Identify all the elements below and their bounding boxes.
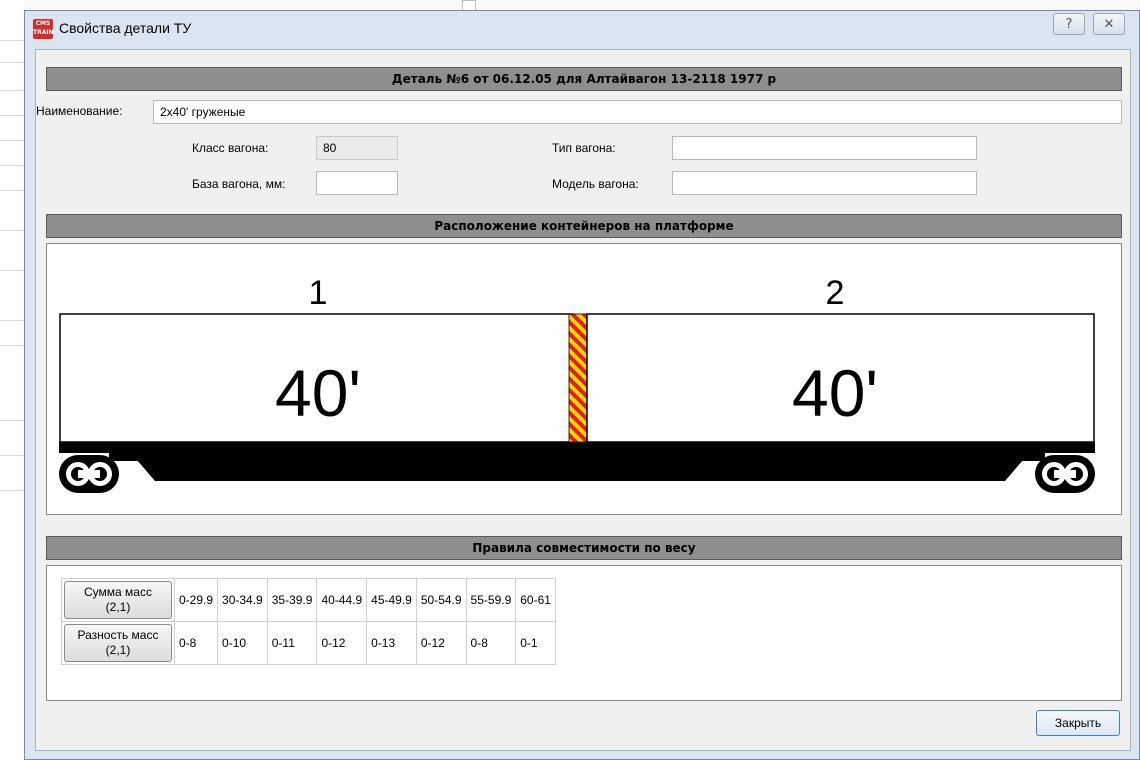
table-cell[interactable]: 0-8 (173, 621, 219, 665)
wagon-class-field[interactable]: 80 (316, 136, 398, 160)
cmstrain-app-icon: CMS TRAIN (33, 19, 54, 39)
table-cell[interactable]: 0-10 (217, 621, 268, 665)
help-icon: ? (1065, 17, 1073, 32)
left-coupler-icon (59, 455, 119, 493)
table-cell[interactable]: 0-29.9 (173, 578, 219, 622)
container-number-2: 2 (826, 274, 845, 312)
right-coupler-icon (1035, 455, 1095, 493)
background-sidebar (0, 0, 25, 760)
wagon-class-label: Класс вагона: (192, 141, 269, 155)
layout-section-bar: Расположение контейнеров на платформе (46, 214, 1122, 238)
wagon-model-label: Модель вагона: (552, 177, 639, 191)
table-cell[interactable]: 0-8 (465, 621, 517, 665)
platform-frame (59, 442, 1095, 481)
name-label: Наименование: (36, 104, 123, 118)
close-window-button[interactable]: ✕ (1093, 13, 1125, 35)
dialog-body: Деталь №6 от 06.12.05 для Алтайвагон 13-… (35, 49, 1131, 751)
table-cell[interactable]: 0-11 (266, 621, 318, 665)
table-cell[interactable]: 0-1 (515, 621, 556, 665)
wagon-base-field[interactable] (316, 171, 398, 195)
wagon-base-label: База вагона, мм: (192, 177, 286, 191)
platform-svg: 1 40' 2 40' (59, 274, 1095, 493)
help-button[interactable]: ? (1053, 13, 1085, 35)
wagon-model-field[interactable] (672, 171, 977, 195)
table-cell[interactable]: 30-34.9 (217, 578, 268, 622)
mass-diff-button[interactable]: Разность масс (2,1) (64, 624, 172, 662)
platform-diagram: 1 40' 2 40' (46, 243, 1122, 515)
weight-rules-panel: Сумма масс (2,1) 0-29.9 30-34.9 35-39.9 … (46, 565, 1122, 701)
wagon-type-field[interactable] (672, 136, 977, 160)
container-separator (568, 313, 588, 443)
rules-section-bar: Правила совместимости по весу (46, 536, 1122, 560)
table-cell[interactable]: 50-54.9 (415, 578, 467, 622)
table-cell[interactable]: 60-61 (515, 578, 556, 622)
window-title: Свойства детали ТУ (59, 20, 192, 36)
close-button[interactable]: Закрыть (1036, 710, 1120, 736)
wagon-type-label: Тип вагона: (552, 141, 616, 155)
container-size-2: 40' (792, 356, 878, 430)
table-cell[interactable]: 0-12 (316, 621, 368, 665)
container-size-1: 40' (275, 356, 361, 430)
table-cell[interactable]: 40-44.9 (316, 578, 368, 622)
table-cell[interactable]: 45-49.9 (366, 578, 417, 622)
name-field[interactable]: 2x40' груженые (153, 100, 1122, 124)
table-row: Сумма масс (2,1) 0-29.9 30-34.9 35-39.9 … (61, 578, 556, 622)
part-header-bar: Деталь №6 от 06.12.05 для Алтайвагон 13-… (46, 67, 1122, 91)
part-properties-dialog: CMS TRAIN Свойства детали ТУ ? ✕ Деталь … (24, 10, 1140, 760)
table-cell[interactable]: 0-12 (415, 621, 467, 665)
table-cell[interactable]: 55-59.9 (465, 578, 517, 622)
mass-sum-button[interactable]: Сумма масс (2,1) (64, 581, 172, 619)
close-icon: ✕ (1103, 17, 1115, 32)
table-cell[interactable]: 0-13 (366, 621, 417, 665)
weight-rules-table: Сумма масс (2,1) 0-29.9 30-34.9 35-39.9 … (61, 578, 556, 665)
table-row: Разность масс (2,1) 0-8 0-10 0-11 0-12 0… (61, 621, 556, 665)
title-bar[interactable]: CMS TRAIN Свойства детали ТУ ? ✕ (25, 11, 1139, 47)
table-cell[interactable]: 35-39.9 (266, 578, 318, 622)
container-number-1: 1 (309, 274, 328, 312)
